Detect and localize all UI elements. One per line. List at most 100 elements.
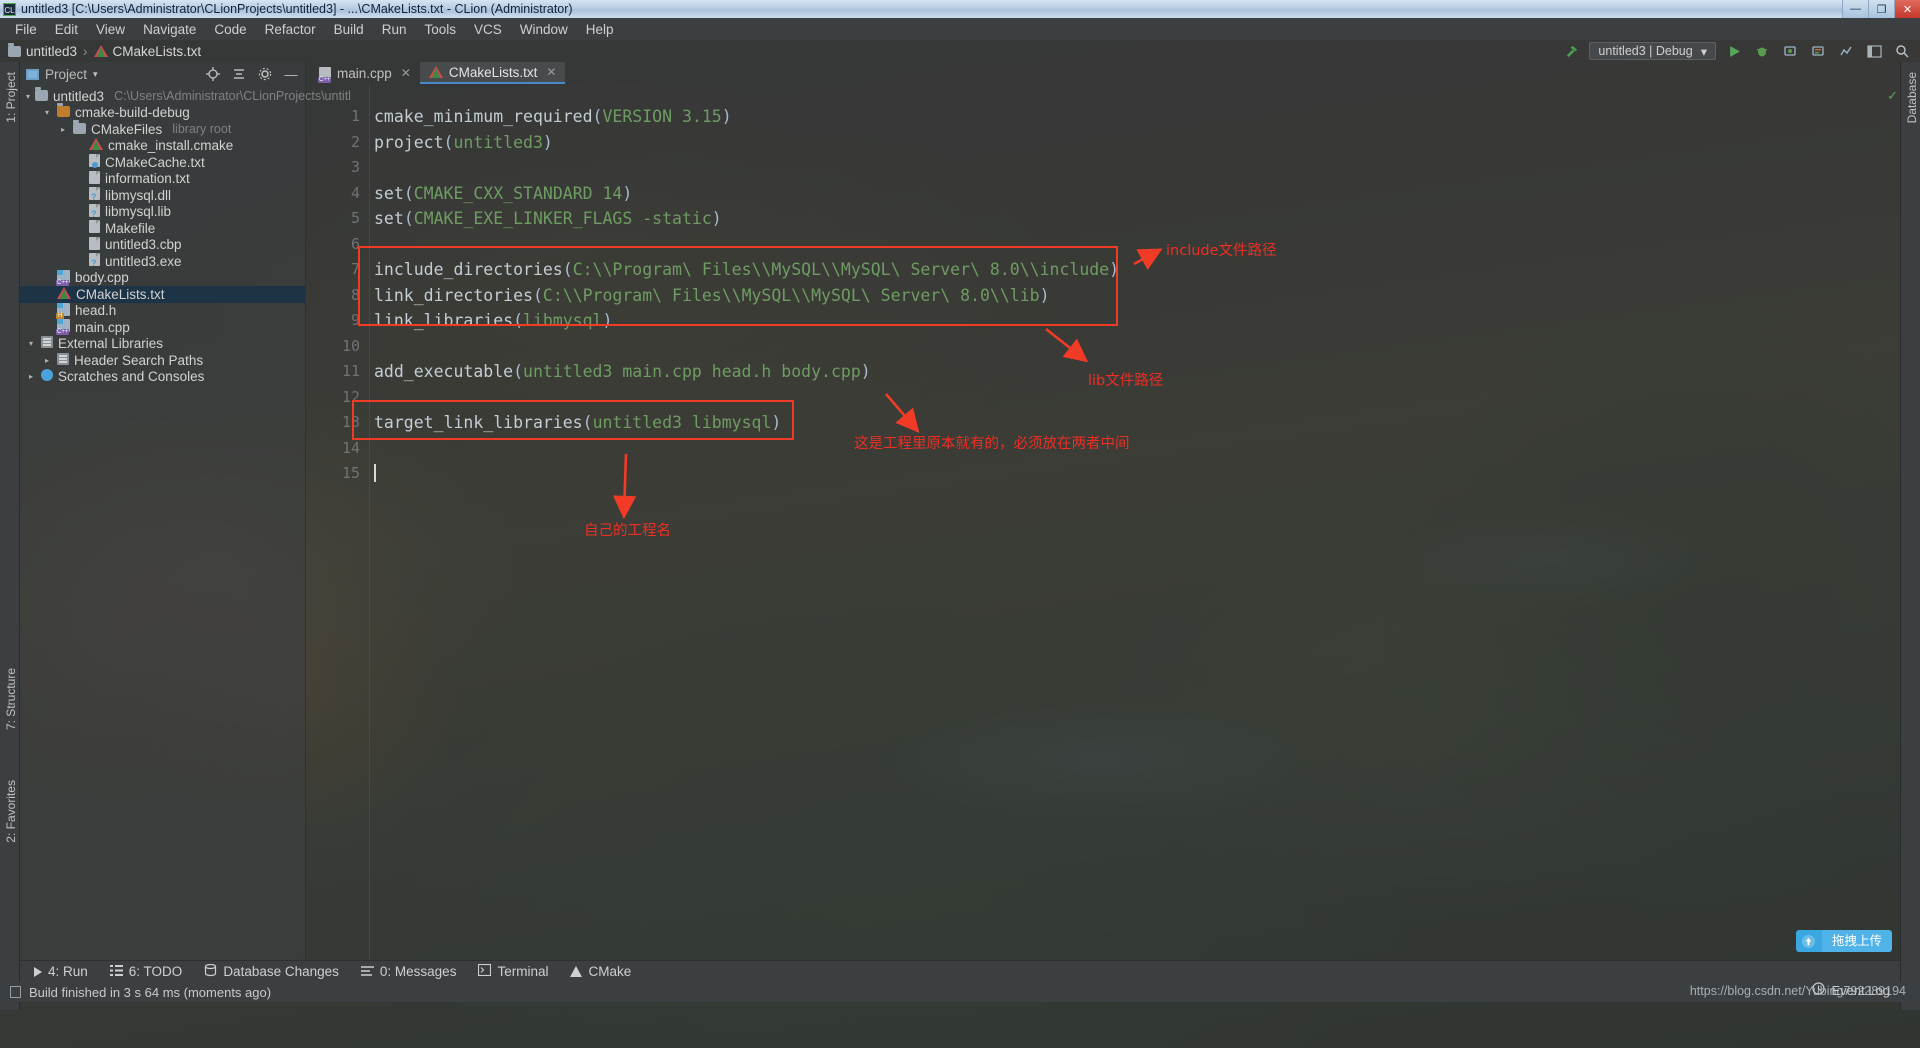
locate-icon[interactable] <box>205 66 221 82</box>
tree-node-scratches-and-consoles[interactable]: ▸Scratches and Consoles <box>20 369 305 386</box>
breadcrumb-file[interactable]: CMakeLists.txt <box>94 44 202 59</box>
sidebar-tab-database[interactable]: Database <box>1903 66 1920 129</box>
tree-node-untitled3-exe[interactable]: ▸untitled3.exe <box>20 253 305 270</box>
layout-toggle-icon[interactable] <box>1864 42 1884 60</box>
file-text-icon <box>89 171 100 187</box>
tool-window-messages[interactable]: 0: Messages <box>361 964 457 979</box>
cpp-file-icon <box>57 270 70 286</box>
code-line[interactable] <box>370 385 1119 411</box>
run-configuration-selector[interactable]: untitled3 | Debug ▾ <box>1589 42 1716 60</box>
build-hammer-icon[interactable] <box>1561 42 1581 60</box>
search-everywhere-icon[interactable] <box>1892 42 1912 60</box>
menu-item-view[interactable]: View <box>87 20 134 39</box>
menu-item-file[interactable]: File <box>6 20 46 39</box>
tree-node-untitled3[interactable]: ▾untitled3C:\Users\Administrator\CLionPr… <box>20 88 305 105</box>
disclosure-arrow[interactable]: ▸ <box>58 125 68 134</box>
code-line[interactable] <box>370 334 1119 360</box>
breadcrumb-project[interactable]: untitled3 <box>8 44 77 59</box>
close-button[interactable]: ✕ <box>1894 0 1920 18</box>
code-line[interactable]: link_directories(C:\\Program\ Files\\MyS… <box>370 283 1119 309</box>
menu-item-window[interactable]: Window <box>511 20 577 39</box>
project-tree[interactable]: ▾untitled3C:\Users\Administrator\CLionPr… <box>20 86 305 385</box>
close-icon[interactable]: ✕ <box>546 65 556 79</box>
menu-item-edit[interactable]: Edit <box>46 20 87 39</box>
tree-node-untitled3-cbp[interactable]: ▸untitled3.cbp <box>20 237 305 254</box>
menu-item-code[interactable]: Code <box>205 20 255 39</box>
tree-node-cmake-install-cmake[interactable]: ▸cmake_install.cmake <box>20 138 305 155</box>
tool-window-terminal[interactable]: Terminal <box>478 964 548 979</box>
code-line[interactable] <box>370 232 1119 258</box>
tree-node-body-cpp[interactable]: ▸body.cpp <box>20 270 305 287</box>
tool-window-cmake-label: CMake <box>588 964 631 979</box>
disclosure-arrow[interactable]: ▸ <box>42 356 52 365</box>
code-line[interactable]: set(CMAKE_CXX_STANDARD 14) <box>370 181 1119 207</box>
tree-node-cmakelists-txt[interactable]: ▸CMakeLists.txt <box>20 286 305 303</box>
tree-node-cmake-build-debug[interactable]: ▾cmake-build-debug <box>20 105 305 122</box>
code-line[interactable]: include_directories(C:\\Program\ Files\\… <box>370 257 1119 283</box>
editor-tab-cmakelists[interactable]: CMakeLists.txt ✕ <box>420 62 566 84</box>
file-unknown-icon <box>89 253 100 269</box>
disclosure-arrow[interactable]: ▾ <box>42 108 52 117</box>
editor-scrollbar[interactable]: ✓ <box>1888 84 1900 960</box>
menu-item-navigate[interactable]: Navigate <box>134 20 205 39</box>
sidebar-tab-project[interactable]: 1: Project <box>2 66 20 129</box>
code-line[interactable] <box>370 436 1119 462</box>
code-line[interactable]: target_link_libraries(untitled3 libmysql… <box>370 410 1119 436</box>
upload-widget[interactable]: 拖拽上传 <box>1796 930 1892 952</box>
code-line[interactable]: add_executable(untitled3 main.cpp head.h… <box>370 359 1119 385</box>
tree-node-makefile[interactable]: ▸Makefile <box>20 220 305 237</box>
code-line[interactable]: project(untitled3) <box>370 130 1119 156</box>
menu-item-run[interactable]: Run <box>373 20 416 39</box>
chevron-down-icon[interactable]: ▾ <box>93 69 98 80</box>
tool-window-cmake[interactable]: CMake <box>570 964 631 979</box>
tool-window-todo[interactable]: 6: TODO <box>110 964 183 979</box>
sidebar-tab-favorites[interactable]: 2: Favorites <box>2 774 20 849</box>
tree-node-cmakecache-txt[interactable]: ▸CMakeCache.txt <box>20 154 305 171</box>
menu-item-build[interactable]: Build <box>325 20 373 39</box>
gear-icon[interactable] <box>257 66 273 82</box>
cmake-icon <box>57 287 71 302</box>
editor-tab-main-cpp[interactable]: main.cpp ✕ <box>310 62 420 84</box>
sidebar-tab-structure[interactable]: 7: Structure <box>2 662 20 736</box>
disclosure-arrow[interactable]: ▸ <box>26 372 36 381</box>
menu-item-tools[interactable]: Tools <box>415 20 465 39</box>
tree-node-main-cpp[interactable]: ▸main.cpp <box>20 319 305 336</box>
navbar-right-controls: untitled3 | Debug ▾ <box>1561 42 1920 60</box>
tree-node-libmysql-dll[interactable]: ▸libmysql.dll <box>20 187 305 204</box>
tree-node-information-txt[interactable]: ▸information.txt <box>20 171 305 188</box>
tool-window-run[interactable]: 4: Run <box>34 964 88 979</box>
code-line[interactable]: cmake_minimum_required(VERSION 3.15) <box>370 104 1119 130</box>
tree-node-external-libraries[interactable]: ▾External Libraries <box>20 336 305 353</box>
tree-node-label: Makefile <box>105 221 155 236</box>
run-icon[interactable] <box>1724 42 1744 60</box>
menu-item-refactor[interactable]: Refactor <box>256 20 325 39</box>
code-line[interactable] <box>370 461 1119 487</box>
close-icon[interactable]: ✕ <box>401 66 411 80</box>
code-token: ) <box>861 362 871 381</box>
tree-node-header-search-paths[interactable]: ▸Header Search Paths <box>20 352 305 369</box>
cpp-file-icon <box>319 67 331 80</box>
hide-panel-icon[interactable]: — <box>283 66 299 82</box>
code-editor[interactable]: 123456789101112131415 cmake_minimum_requ… <box>306 84 1900 960</box>
tree-node-cmakefiles[interactable]: ▸CMakeFileslibrary root <box>20 121 305 138</box>
code-line[interactable] <box>370 155 1119 181</box>
profiler-icon[interactable] <box>1836 42 1856 60</box>
tool-window-database-changes[interactable]: Database Changes <box>204 964 339 980</box>
code-token: ( <box>444 133 454 152</box>
menu-item-vcs[interactable]: VCS <box>465 20 511 39</box>
attach-to-process-icon[interactable] <box>1780 42 1800 60</box>
debug-icon[interactable] <box>1752 42 1772 60</box>
menu-item-help[interactable]: Help <box>577 20 623 39</box>
disclosure-arrow[interactable]: ▾ <box>26 92 30 101</box>
code-text[interactable]: cmake_minimum_required(VERSION 3.15)proj… <box>370 84 1119 487</box>
collapse-all-icon[interactable] <box>231 66 247 82</box>
tree-node-libmysql-lib[interactable]: ▸libmysql.lib <box>20 204 305 221</box>
maximize-button[interactable]: ❐ <box>1868 0 1894 18</box>
tree-node-head-h[interactable]: ▸head.h <box>20 303 305 320</box>
code-line[interactable]: link_libraries(libmysql) <box>370 308 1119 334</box>
minimize-button[interactable]: — <box>1842 0 1868 18</box>
code-token: set <box>374 184 404 203</box>
disclosure-arrow[interactable]: ▾ <box>26 339 36 348</box>
coverage-icon[interactable] <box>1808 42 1828 60</box>
code-line[interactable]: set(CMAKE_EXE_LINKER_FLAGS -static) <box>370 206 1119 232</box>
